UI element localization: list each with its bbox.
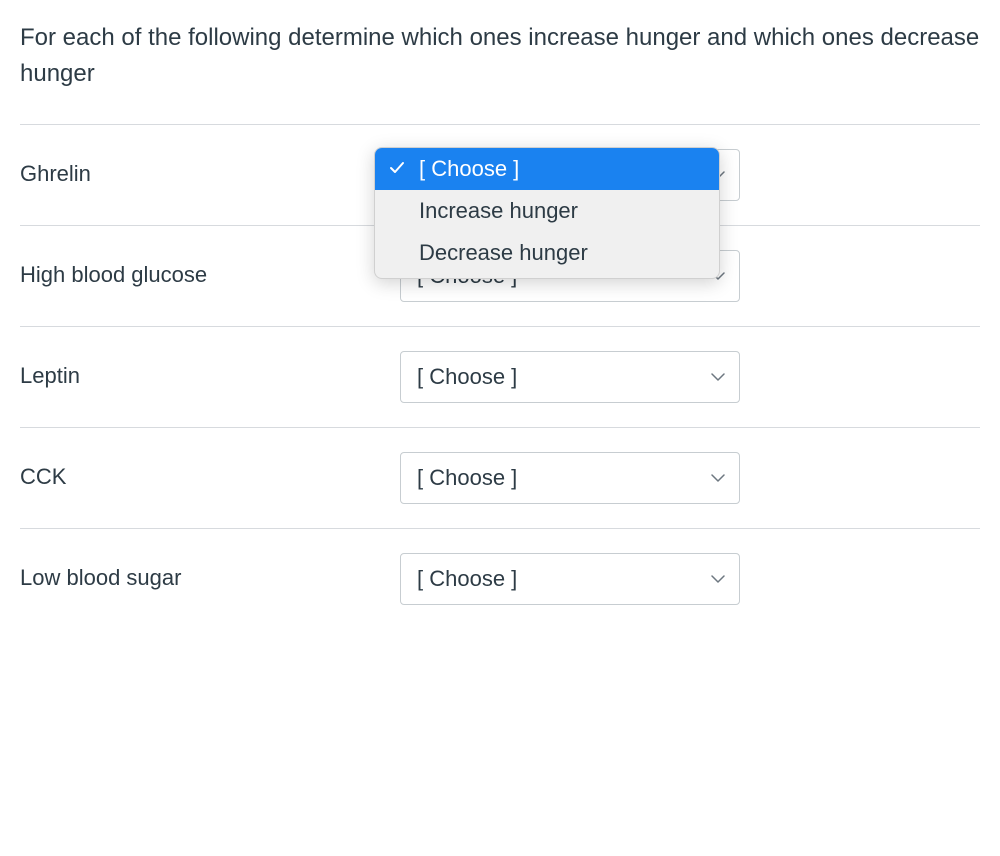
match-label-high-blood-glucose: High blood glucose (20, 250, 400, 288)
check-icon (389, 156, 405, 182)
match-row: Low blood sugar [ Choose ] (20, 528, 980, 629)
dropdown-menu: [ Choose ] Increase hunger Decrease hung… (374, 147, 720, 279)
select-value: [ Choose ] (417, 465, 517, 491)
dropdown-option-label: [ Choose ] (419, 156, 519, 182)
match-row: CCK [ Choose ] (20, 427, 980, 528)
match-row: Leptin [ Choose ] (20, 326, 980, 427)
chevron-down-icon (711, 465, 725, 491)
match-label-ghrelin: Ghrelin (20, 149, 400, 187)
dropdown-option-choose[interactable]: [ Choose ] (375, 148, 719, 190)
match-label-low-blood-sugar: Low blood sugar (20, 553, 400, 591)
question-text: For each of the following determine whic… (20, 20, 980, 124)
select-wrap: [ Choose ] (400, 553, 740, 605)
chevron-down-icon (711, 364, 725, 390)
match-label-leptin: Leptin (20, 351, 400, 389)
select-wrap: [ Choose ] [ Choose ] Increase hunger De… (400, 149, 740, 201)
select-value: [ Choose ] (417, 364, 517, 390)
select-leptin[interactable]: [ Choose ] (400, 351, 740, 403)
select-cck[interactable]: [ Choose ] (400, 452, 740, 504)
select-wrap: [ Choose ] (400, 452, 740, 504)
dropdown-option-increase[interactable]: Increase hunger (375, 190, 719, 232)
dropdown-option-decrease[interactable]: Decrease hunger (375, 232, 719, 274)
select-low-blood-sugar[interactable]: [ Choose ] (400, 553, 740, 605)
match-row: Ghrelin [ Choose ] [ Choose ] Increase h… (20, 124, 980, 225)
match-label-cck: CCK (20, 452, 400, 490)
chevron-down-icon (711, 566, 725, 592)
dropdown-option-label: Increase hunger (419, 198, 578, 224)
select-wrap: [ Choose ] (400, 351, 740, 403)
select-value: [ Choose ] (417, 566, 517, 592)
dropdown-option-label: Decrease hunger (419, 240, 588, 266)
